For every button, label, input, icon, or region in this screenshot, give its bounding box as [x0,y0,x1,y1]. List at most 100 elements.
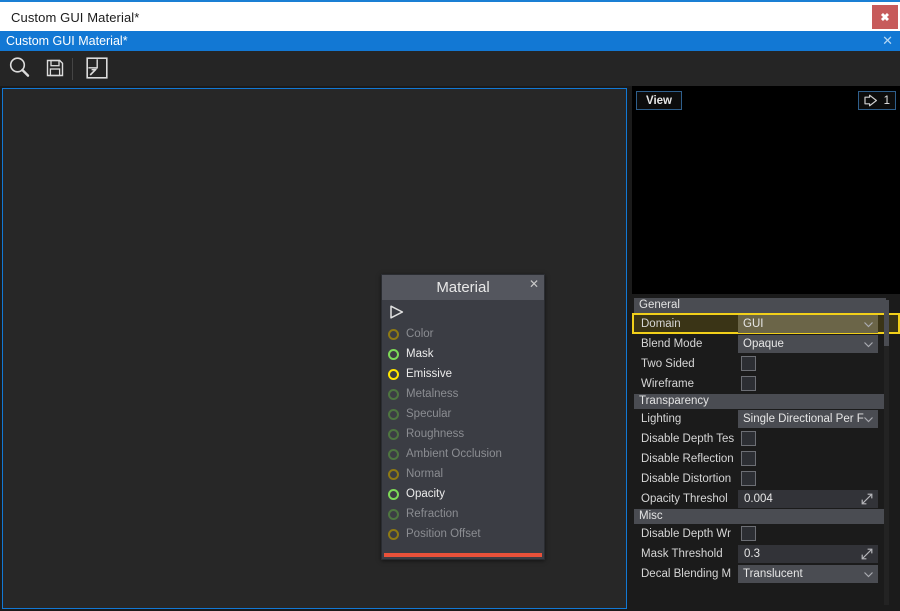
port-connector-icon[interactable] [388,388,399,400]
material-port-row[interactable]: Metalness [382,384,544,404]
port-label: Roughness [406,428,465,440]
main-toolbar [0,51,900,86]
export-button[interactable] [82,56,112,82]
port-label: Emissive [406,368,453,380]
port-label: Position Offset [406,528,481,540]
property-checkbox[interactable] [741,526,756,541]
property-row: Two Sided [632,354,900,374]
property-checkbox[interactable] [741,356,756,371]
material-node-close-icon[interactable]: ✕ [529,277,539,291]
property-section-header: General [634,298,886,313]
search-button[interactable] [4,56,34,82]
material-node-accent-bar [384,553,542,557]
property-value: Translucent [736,564,900,584]
property-row: Mask Threshold 0.3 [632,544,900,564]
property-dropdown-value: GUI [743,317,764,330]
port-connector-icon[interactable] [388,508,399,520]
viewport-stats-badge[interactable]: 1 [857,91,896,110]
property-label: Opacity Threshol [641,493,728,505]
property-label: Disable Reflection [641,453,734,465]
property-checkbox[interactable] [741,471,756,486]
property-row: Blend Mode Opaque [632,334,900,354]
property-value: GUI [736,314,900,334]
property-row: Disable Depth Wr [632,524,900,544]
view-menu-button[interactable]: View [636,91,682,110]
exec-input-port[interactable] [382,300,544,324]
port-connector-icon[interactable] [388,468,399,480]
property-value [736,449,900,469]
property-section-header: Misc [634,509,886,524]
property-checkbox[interactable] [741,431,756,446]
property-label: Disable Depth Wr [641,528,731,540]
port-connector-icon[interactable] [388,328,399,340]
property-label: Domain [641,317,681,330]
property-value [736,429,900,449]
property-section-header: Transparency [634,394,886,409]
property-checkbox[interactable] [741,451,756,466]
property-row: Disable Distortion [632,469,900,489]
expand-arrow-icon [861,493,873,505]
expand-arrow-icon [861,548,873,560]
port-connector-icon[interactable] [388,528,399,540]
property-label: Disable Depth Tes [641,433,735,445]
window-titlebar: Custom GUI Material* ✖ [0,0,900,31]
port-connector-icon[interactable] [388,348,399,360]
save-button[interactable] [40,56,70,82]
properties-scrollbar-thumb[interactable] [884,300,889,346]
property-dropdown-value: Translucent [743,568,803,580]
property-dropdown[interactable]: Translucent [738,565,878,583]
property-number-value: 0.004 [744,493,773,505]
property-row: Lighting Single Directional Per F [632,409,900,429]
property-number-value: 0.3 [744,548,760,560]
property-dropdown-value: Opaque [743,338,784,350]
node-graph-canvas[interactable]: Material ✕ Color Mask Emissive Metalness Spe… [2,88,627,609]
property-dropdown[interactable]: Opaque [738,335,878,353]
material-port-row[interactable]: Mask [382,344,544,364]
port-connector-icon[interactable] [388,448,399,460]
material-properties-panel[interactable]: General Domain GUI Blend Mode Opaque Two Side… [632,298,900,611]
exec-arrow-icon [390,305,404,319]
property-dropdown[interactable]: Single Directional Per F [738,410,878,428]
tab-custom-gui-material[interactable]: Custom GUI Material* [6,34,128,48]
material-port-row[interactable]: Color [382,324,544,344]
material-port-row[interactable]: Ambient Occlusion [382,444,544,464]
material-port-row[interactable]: Opacity [382,484,544,504]
property-number-input[interactable]: 0.3 [738,545,878,563]
port-connector-icon[interactable] [388,428,399,440]
properties-scrollbar[interactable] [884,300,889,605]
material-port-row[interactable]: Refraction [382,504,544,524]
property-value [736,374,900,394]
property-label: Wireframe [641,378,695,390]
chevron-down-icon [864,572,873,578]
port-label: Ambient Occlusion [406,448,502,460]
window-close-button[interactable]: ✖ [872,5,898,29]
export-icon [85,56,109,83]
port-connector-icon[interactable] [388,408,399,420]
tab-close-icon[interactable]: ✕ [882,33,893,49]
property-value: Single Directional Per F [736,409,900,429]
material-port-row[interactable]: Emissive [382,364,544,384]
port-connector-icon[interactable] [388,368,399,380]
chevron-down-icon [864,321,873,327]
property-label: Mask Threshold [641,548,723,560]
material-node-header[interactable]: Material ✕ [382,275,544,300]
material-node-ports: Color Mask Emissive Metalness Specular Roughn… [382,324,544,546]
port-label: Mask [406,348,434,360]
property-dropdown[interactable]: GUI [738,314,878,333]
material-port-row[interactable]: Specular [382,404,544,424]
property-value: Opaque [736,334,900,354]
property-checkbox[interactable] [741,376,756,391]
port-label: Metalness [406,388,459,400]
viewport-stats-count: 1 [883,94,890,107]
material-port-row[interactable]: Position Offset [382,524,544,544]
flag-arrow-icon [863,94,877,107]
property-row: Disable Reflection [632,449,900,469]
material-preview-viewport[interactable]: View 1 [632,86,900,294]
property-label: Lighting [641,413,682,425]
port-connector-icon[interactable] [388,488,399,500]
material-node[interactable]: Material ✕ Color Mask Emissive Metalness Spe… [381,274,545,560]
property-number-input[interactable]: 0.004 [738,490,878,508]
material-port-row[interactable]: Normal [382,464,544,484]
material-port-row[interactable]: Roughness [382,424,544,444]
property-value: 0.004 [736,489,900,509]
